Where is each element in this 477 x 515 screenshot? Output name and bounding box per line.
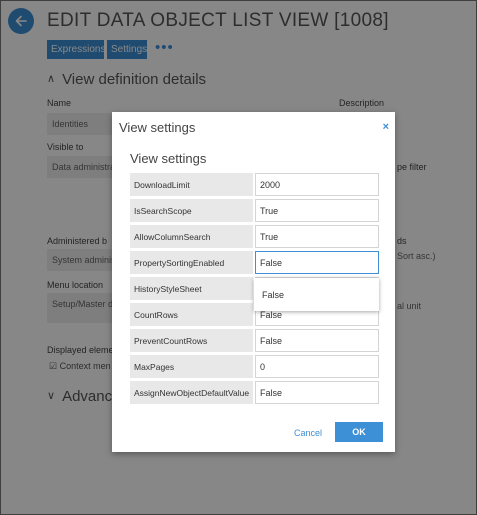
view-settings-dialog: View settings × View settings DownloadLi… [112, 112, 395, 452]
max-pages-input[interactable]: 0 [255, 355, 379, 378]
setting-label: MaxPages [130, 355, 253, 378]
setting-label: PreventCountRows [130, 329, 253, 352]
dialog-subtitle: View settings [130, 151, 207, 166]
setting-row: AssignNewObjectDefaultValue False [130, 381, 379, 404]
setting-row: IsSearchScope True [130, 199, 379, 222]
cancel-button[interactable]: Cancel [294, 428, 322, 438]
setting-row: PropertySortingEnabled False [130, 251, 379, 274]
dropdown-list: False [254, 278, 379, 311]
ok-button[interactable]: OK [335, 422, 383, 442]
setting-label: HistoryStyleSheet [130, 277, 253, 300]
setting-row: MaxPages 0 [130, 355, 379, 378]
dialog-title: View settings [119, 120, 196, 135]
setting-label: DownloadLimit [130, 173, 253, 196]
setting-row: AllowColumnSearch True [130, 225, 379, 248]
app-window: EDIT DATA OBJECT LIST VIEW [1008] Expres… [0, 0, 477, 515]
setting-row: PreventCountRows False [130, 329, 379, 352]
prevent-count-rows-input[interactable]: False [255, 329, 379, 352]
property-sorting-enabled-select[interactable]: False [255, 251, 379, 274]
setting-label: PropertySortingEnabled [130, 251, 253, 274]
allow-column-search-input[interactable]: True [255, 225, 379, 248]
download-limit-input[interactable]: 2000 [255, 173, 379, 196]
dropdown-option-false[interactable]: False [262, 290, 284, 300]
setting-label: IsSearchScope [130, 199, 253, 222]
setting-label: AssignNewObjectDefaultValue [130, 381, 253, 404]
setting-label: CountRows [130, 303, 253, 326]
assign-new-object-default-value-input[interactable]: False [255, 381, 379, 404]
setting-label: AllowColumnSearch [130, 225, 253, 248]
is-search-scope-input[interactable]: True [255, 199, 379, 222]
setting-row: DownloadLimit 2000 [130, 173, 379, 196]
close-icon[interactable]: × [383, 121, 389, 133]
